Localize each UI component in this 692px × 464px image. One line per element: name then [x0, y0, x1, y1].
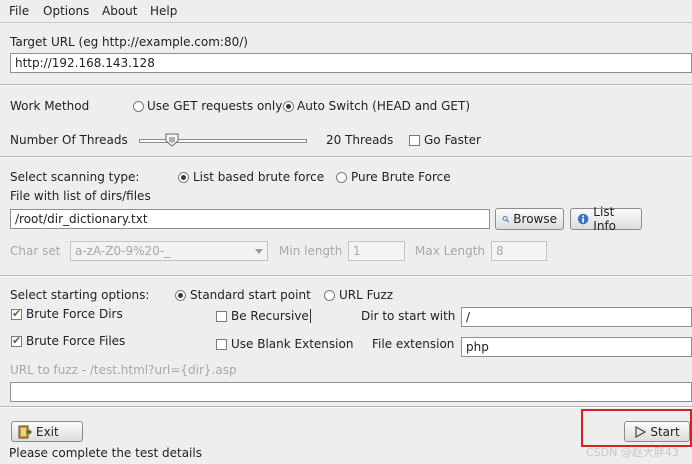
browse-label: Browse	[513, 212, 557, 226]
go-faster-label[interactable]: Go Faster	[424, 133, 481, 147]
list-info-label: List Info	[593, 205, 617, 233]
go-faster-checkbox[interactable]	[409, 135, 420, 146]
info-icon	[577, 213, 589, 225]
browse-button[interactable]: Browse	[495, 208, 564, 230]
charset-select: a-zA-Z0-9%20-_	[70, 241, 268, 261]
menu-help[interactable]: Help	[150, 4, 177, 18]
get-only-radio[interactable]	[133, 101, 144, 112]
file-ext-label: File extension	[372, 337, 455, 351]
url-fuzz-input[interactable]	[10, 382, 692, 402]
menu-file[interactable]: File	[9, 4, 29, 18]
target-url-input[interactable]: http://192.168.143.128	[10, 53, 692, 73]
min-length-label: Min length	[279, 244, 343, 258]
chevron-down-icon	[255, 249, 263, 254]
threads-count: 20 Threads	[326, 133, 394, 147]
exit-button[interactable]: Exit	[11, 421, 83, 442]
separator	[0, 406, 692, 408]
list-brute-radio[interactable]	[178, 172, 189, 183]
play-icon	[635, 425, 647, 438]
threads-label: Number Of Threads	[10, 133, 128, 147]
brute-dirs-checkbox[interactable]	[11, 307, 22, 320]
dir-start-input[interactable]: /	[461, 307, 692, 327]
brute-dirs-label[interactable]: Brute Force Dirs	[26, 307, 123, 321]
brute-files-label[interactable]: Brute Force Files	[26, 334, 125, 348]
standard-start-label[interactable]: Standard start point	[190, 288, 311, 302]
scan-type-label: Select scanning type:	[10, 170, 140, 184]
max-length-label: Max Length	[415, 244, 486, 258]
slider-thumb[interactable]	[165, 133, 179, 147]
blank-ext-checkbox[interactable]	[216, 339, 227, 350]
auto-switch-label[interactable]: Auto Switch (HEAD and GET)	[297, 99, 470, 113]
watermark: CSDN @赵大胖43	[586, 446, 679, 459]
be-recursive-checkbox[interactable]	[216, 311, 227, 322]
menu-about[interactable]: About	[102, 4, 137, 18]
min-length-input: 1	[348, 241, 405, 261]
file-ext-input[interactable]: php	[461, 337, 692, 357]
pure-brute-radio[interactable]	[336, 172, 347, 183]
charset-value: a-zA-Z0-9%20-_	[75, 244, 171, 258]
dirs-file-input[interactable]: /root/dir_dictionary.txt	[10, 209, 490, 229]
brute-files-checkbox[interactable]	[11, 334, 22, 347]
work-method-label: Work Method	[10, 99, 90, 113]
blank-ext-label[interactable]: Use Blank Extension	[231, 337, 353, 351]
start-label: Start	[650, 424, 680, 439]
target-url-label: Target URL (eg http://example.com:80/)	[10, 35, 248, 49]
list-info-button[interactable]: List Info	[570, 205, 642, 233]
url-fuzz-radio[interactable]	[324, 290, 335, 301]
exit-label: Exit	[36, 424, 59, 439]
menu-options[interactable]: Options	[43, 4, 89, 18]
exit-icon	[18, 425, 32, 438]
charset-label: Char set	[10, 244, 61, 258]
url-fuzz-radio-label[interactable]: URL Fuzz	[339, 288, 393, 302]
list-brute-label[interactable]: List based brute force	[193, 170, 324, 184]
status-text: Please complete the test details	[9, 446, 202, 460]
max-length-input: 8	[491, 241, 547, 261]
url-fuzz-label: URL to fuzz - /test.html?url={dir}.asp	[10, 363, 237, 377]
start-button[interactable]: Start	[624, 421, 690, 442]
magnifier-icon	[502, 216, 510, 223]
dir-start-label: Dir to start with	[361, 309, 456, 323]
auto-switch-radio[interactable]	[283, 101, 294, 112]
separator	[0, 156, 692, 158]
start-options-label: Select starting options:	[10, 288, 150, 302]
get-only-label[interactable]: Use GET requests only	[147, 99, 282, 113]
standard-start-radio[interactable]	[175, 290, 186, 301]
separator	[0, 84, 692, 86]
pure-brute-label[interactable]: Pure Brute Force	[351, 170, 451, 184]
menu-bar: File Options About Help	[0, 0, 692, 23]
separator	[0, 275, 692, 277]
dirs-file-label: File with list of dirs/files	[10, 189, 151, 203]
be-recursive-label[interactable]: Be Recursive	[231, 309, 311, 323]
